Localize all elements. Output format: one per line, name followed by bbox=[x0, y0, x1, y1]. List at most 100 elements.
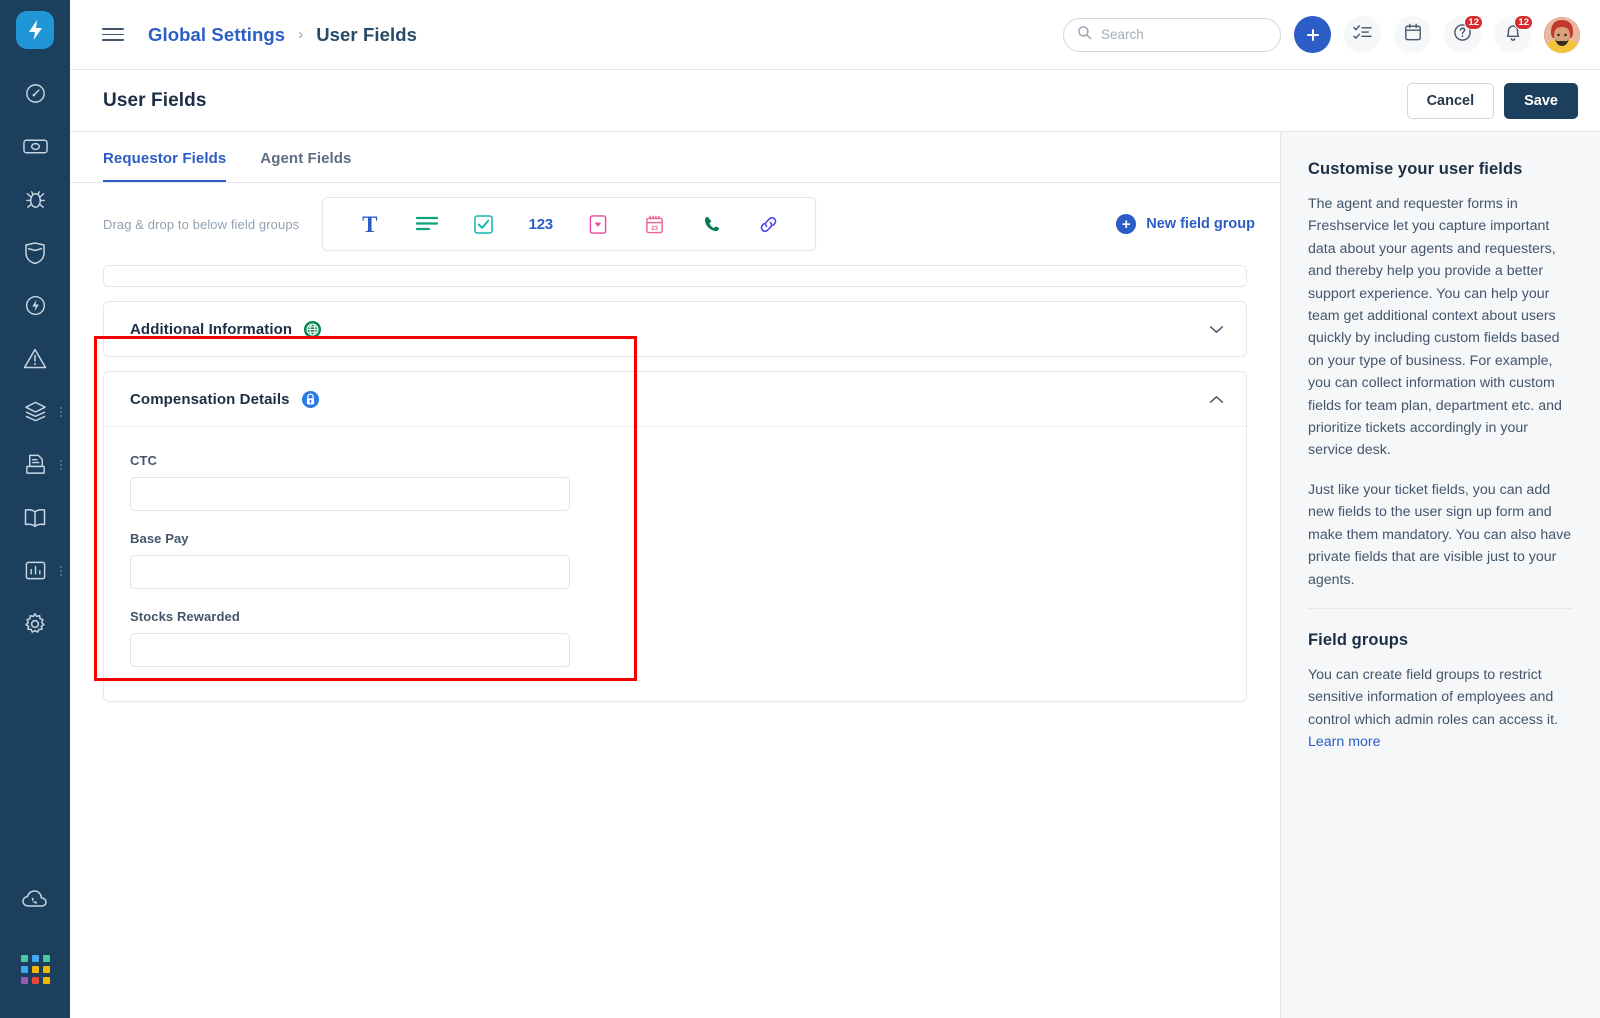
field-group-card-partial[interactable] bbox=[103, 265, 1247, 287]
sidebar-item-alerts[interactable] bbox=[0, 332, 70, 385]
cancel-button[interactable]: Cancel bbox=[1406, 82, 1495, 119]
breadcrumb-current: User Fields bbox=[316, 23, 418, 45]
document-tray-icon bbox=[24, 453, 47, 476]
sidebar-item-releases[interactable] bbox=[0, 279, 70, 332]
global-search[interactable] bbox=[1063, 17, 1281, 52]
field-label: CTC bbox=[130, 453, 158, 468]
form-field-ctc: CTC bbox=[130, 453, 1220, 511]
alert-triangle-icon bbox=[23, 347, 47, 370]
sidebar-item-changes[interactable] bbox=[0, 226, 70, 279]
top-bar-actions: 12 12 bbox=[1063, 15, 1580, 53]
ticket-icon bbox=[22, 137, 48, 156]
analytics-more-dots bbox=[60, 565, 62, 576]
field-type-single-line-text[interactable]: T bbox=[341, 204, 398, 244]
help-heading-field-groups: Field groups bbox=[1308, 630, 1409, 649]
chevron-up-icon[interactable] bbox=[1209, 395, 1224, 404]
form-field-base-pay: Base Pay bbox=[130, 531, 1220, 589]
field-group-body: CTC Base Pay Stocks Rewarded bbox=[104, 426, 1246, 701]
field-type-url[interactable] bbox=[740, 204, 797, 244]
field-label: Stocks Rewarded bbox=[130, 609, 240, 624]
content-split: Requestor Fields Agent Fields Drag & dro… bbox=[70, 132, 1600, 1018]
flash-circle-icon bbox=[24, 294, 47, 317]
field-group-header[interactable]: Compensation Details bbox=[104, 372, 1246, 426]
breadcrumb: Global Settings › User Fields bbox=[148, 24, 417, 46]
field-type-checkbox[interactable] bbox=[455, 204, 512, 244]
learn-more-link[interactable]: Learn more bbox=[1308, 734, 1381, 750]
field-type-dropdown[interactable] bbox=[569, 204, 626, 244]
app-grid-icon bbox=[20, 955, 50, 984]
new-field-group-button[interactable]: + New field group bbox=[1116, 214, 1255, 234]
contracts-more-dots bbox=[60, 459, 62, 470]
notifications-badge: 12 bbox=[1514, 15, 1533, 30]
field-group-card-compensation-details[interactable]: Compensation Details CTC Base Pay Stocks… bbox=[103, 371, 1247, 702]
shield-icon bbox=[24, 241, 46, 265]
sidebar-item-admin[interactable] bbox=[0, 597, 70, 650]
stocks-rewarded-input[interactable] bbox=[130, 633, 570, 667]
breadcrumb-parent-link[interactable]: Global Settings bbox=[148, 24, 285, 46]
sidebar-item-dashboard[interactable] bbox=[0, 67, 70, 120]
sidebar-item-contracts[interactable] bbox=[0, 438, 70, 491]
top-bar: Global Settings › User Fields Search 12 … bbox=[70, 0, 1600, 70]
book-icon bbox=[23, 507, 47, 529]
app-root: Global Settings › User Fields Search 12 … bbox=[0, 0, 1600, 1018]
sidebar-item-solutions[interactable] bbox=[0, 491, 70, 544]
checklist-icon bbox=[1353, 24, 1372, 46]
hamburger-menu-icon[interactable] bbox=[102, 28, 124, 41]
lock-icon bbox=[301, 390, 320, 409]
sidebar-item-assets[interactable] bbox=[0, 385, 70, 438]
rail-bottom-section bbox=[0, 872, 70, 984]
base-pay-input[interactable] bbox=[130, 555, 570, 589]
fields-content: Requestor Fields Agent Fields Drag & dro… bbox=[70, 132, 1280, 1018]
plus-circle-icon: + bbox=[1116, 214, 1137, 234]
search-input[interactable] bbox=[1101, 27, 1267, 42]
form-field-stocks-rewarded: Stocks Rewarded bbox=[130, 609, 1220, 667]
help-heading-customise: Customise your user fields bbox=[1308, 160, 1523, 178]
help-paragraph-3-text: You can create field groups to restrict … bbox=[1308, 666, 1558, 728]
help-paragraph-1: The agent and requester forms in Freshse… bbox=[1308, 196, 1562, 459]
field-group-header[interactable]: Additional Information bbox=[104, 302, 1246, 356]
help-button[interactable]: 12 bbox=[1444, 15, 1483, 53]
ctc-input[interactable] bbox=[130, 477, 570, 511]
freshservice-bolt-logo[interactable] bbox=[16, 11, 54, 49]
field-type-toolbar: Drag & drop to below field groups T 123 bbox=[70, 183, 1280, 265]
bar-chart-icon bbox=[24, 559, 47, 582]
search-icon bbox=[1077, 25, 1092, 45]
help-badge: 12 bbox=[1464, 15, 1483, 30]
sidebar-item-tickets[interactable] bbox=[0, 120, 70, 173]
help-paragraph-2: Just like your ticket fields, you can ad… bbox=[1308, 481, 1572, 588]
field-type-phone[interactable] bbox=[683, 204, 740, 244]
calendar-icon bbox=[1404, 23, 1422, 46]
sidebar-item-analytics[interactable] bbox=[0, 544, 70, 597]
page-header: User Fields Cancel Save bbox=[70, 70, 1600, 132]
field-group-title: Additional Information bbox=[130, 320, 293, 338]
sidebar-item-cloud-telephony[interactable] bbox=[0, 872, 70, 925]
new-field-group-label: New field group bbox=[1146, 216, 1255, 232]
breadcrumb-separator-icon: › bbox=[298, 26, 304, 43]
cloud-phone-icon bbox=[22, 889, 48, 909]
gear-icon bbox=[23, 612, 47, 636]
speedometer-icon bbox=[24, 82, 47, 105]
save-button[interactable]: Save bbox=[1504, 82, 1578, 119]
notifications-button[interactable]: 12 bbox=[1494, 15, 1533, 53]
drag-hint-label: Drag & drop to below field groups bbox=[103, 216, 300, 232]
sidebar-item-problems[interactable] bbox=[0, 173, 70, 226]
tab-requestor-fields[interactable]: Requestor Fields bbox=[103, 132, 227, 182]
field-type-number[interactable]: 123 bbox=[512, 204, 569, 244]
tasks-button[interactable] bbox=[1344, 16, 1381, 53]
field-scope-tabs: Requestor Fields Agent Fields bbox=[70, 132, 1280, 183]
field-type-multi-line-text[interactable] bbox=[398, 204, 455, 244]
field-type-date[interactable]: 23 bbox=[626, 204, 683, 244]
calendar-button[interactable] bbox=[1394, 16, 1431, 53]
rail-item-list bbox=[0, 67, 70, 650]
chevron-down-icon[interactable] bbox=[1209, 325, 1224, 334]
tab-agent-fields[interactable]: Agent Fields bbox=[260, 132, 351, 182]
left-nav-rail bbox=[0, 0, 70, 1018]
globe-icon bbox=[303, 320, 322, 339]
field-groups-list[interactable]: Additional Information Compensation Deta… bbox=[70, 265, 1280, 1018]
help-divider bbox=[1308, 607, 1573, 609]
avatar[interactable] bbox=[1544, 16, 1580, 53]
new-item-button[interactable] bbox=[1294, 16, 1331, 53]
sidebar-item-app-switcher[interactable] bbox=[0, 955, 70, 984]
main-region: Global Settings › User Fields Search 12 … bbox=[70, 0, 1600, 1018]
field-group-card-additional-information[interactable]: Additional Information bbox=[103, 301, 1247, 357]
